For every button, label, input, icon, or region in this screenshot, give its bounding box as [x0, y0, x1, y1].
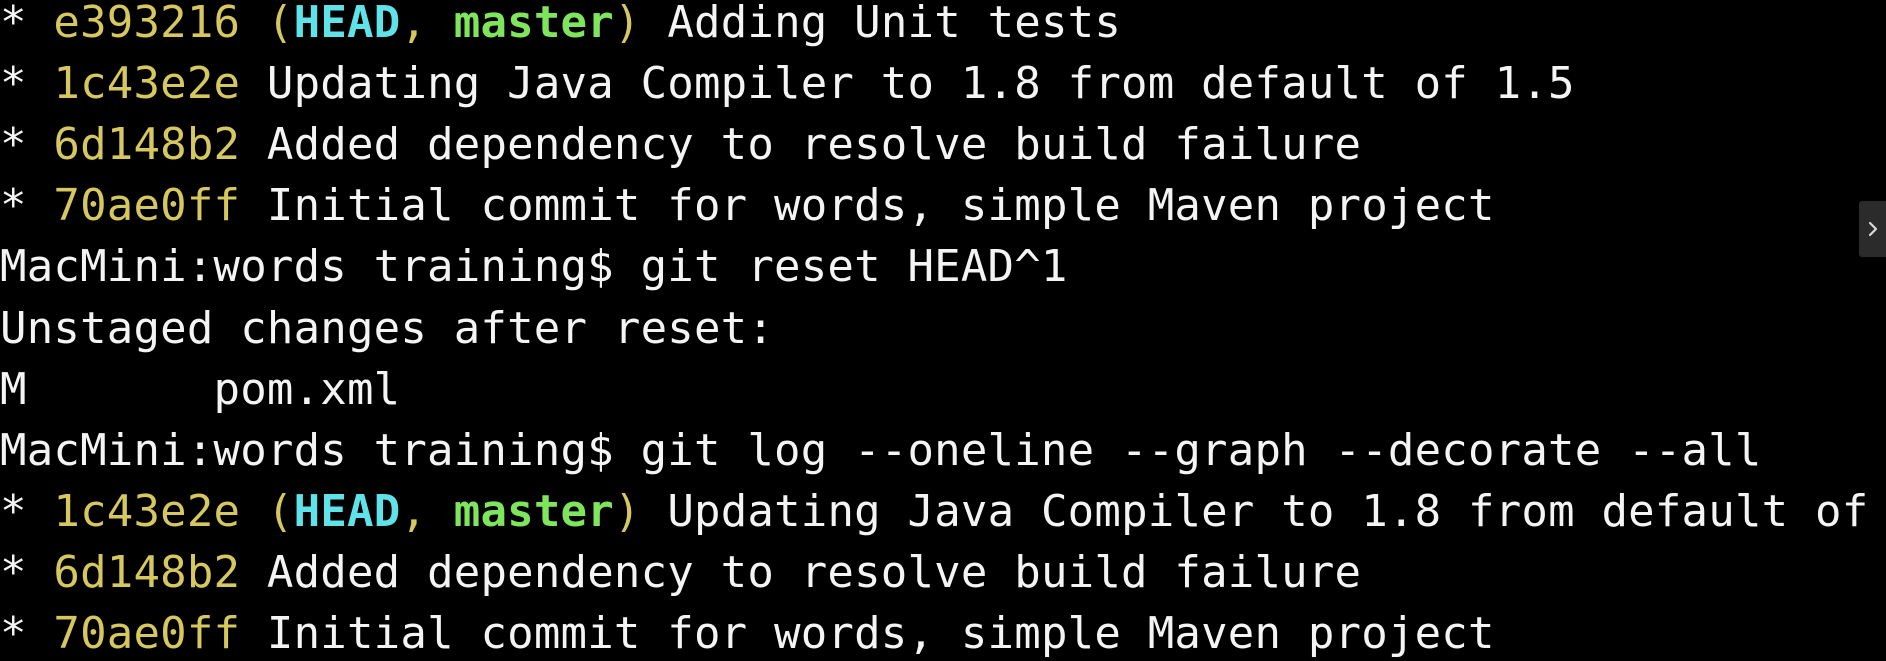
output-line: Unstaged changes after reset: [0, 303, 775, 354]
commit-hash: e393216 [53, 0, 241, 48]
terminal-window[interactable]: * e393216 (HEAD, master) Adding Unit tes… [0, 0, 1886, 661]
graph-marker: * [0, 486, 54, 537]
ref-close-paren: ) [613, 0, 641, 48]
expand-panel-tab[interactable] [1859, 201, 1886, 257]
commit-hash: 6d148b2 [53, 119, 241, 170]
commit-hash: 6d148b2 [53, 547, 241, 598]
ref-separator: , [400, 0, 454, 48]
branch-ref: master [453, 486, 614, 537]
commit-message: Updating Java Compiler to 1.8 from defau… [240, 58, 1575, 109]
log-line: * 1c43e2e (HEAD, master) Updating Java C… [0, 481, 1868, 542]
graph-marker: * [0, 0, 54, 48]
commit-hash: 70ae0ff [53, 608, 241, 659]
log-line: * 1c43e2e Updating Java Compiler to 1.8 … [0, 53, 1575, 114]
branch-ref: master [453, 0, 614, 48]
commit-message: Initial commit for words, simple Maven p… [240, 180, 1495, 231]
head-ref: HEAD [293, 486, 401, 537]
command-prompt-line: MacMini:words training$ git reset HEAD^1 [0, 241, 1068, 292]
head-ref: HEAD [293, 0, 401, 48]
ref-open-paren: ( [240, 0, 294, 48]
commit-hash: 1c43e2e [53, 486, 241, 537]
commit-message: Initial commit for words, simple Maven p… [240, 608, 1495, 659]
log-line: * 70ae0ff Initial commit for words, simp… [0, 175, 1495, 236]
commit-message: Added dependency to resolve build failur… [240, 119, 1362, 170]
log-line: * 6d148b2 Added dependency to resolve bu… [0, 114, 1361, 175]
graph-marker: * [0, 608, 54, 659]
graph-marker: * [0, 119, 54, 170]
graph-marker: * [0, 547, 54, 598]
ref-open-paren: ( [240, 486, 294, 537]
commit-message: Updating Java Compiler to 1.8 from defau… [640, 486, 1869, 537]
graph-marker: * [0, 58, 54, 109]
commit-hash: 1c43e2e [53, 58, 241, 109]
chevron-right-icon [1867, 220, 1879, 238]
commit-message: Added dependency to resolve build failur… [240, 547, 1362, 598]
log-line: * e393216 (HEAD, master) Adding Unit tes… [0, 0, 1121, 53]
commit-message: Adding Unit tests [640, 0, 1122, 48]
output-line: M pom.xml [0, 364, 401, 415]
ref-separator: , [400, 486, 454, 537]
log-line: * 6d148b2 Added dependency to resolve bu… [0, 542, 1361, 603]
graph-marker: * [0, 180, 54, 231]
ref-close-paren: ) [613, 486, 641, 537]
commit-hash: 70ae0ff [53, 180, 241, 231]
log-line: * 70ae0ff Initial commit for words, simp… [0, 603, 1495, 661]
command-prompt-line: MacMini:words training$ git log --onelin… [0, 425, 1762, 476]
